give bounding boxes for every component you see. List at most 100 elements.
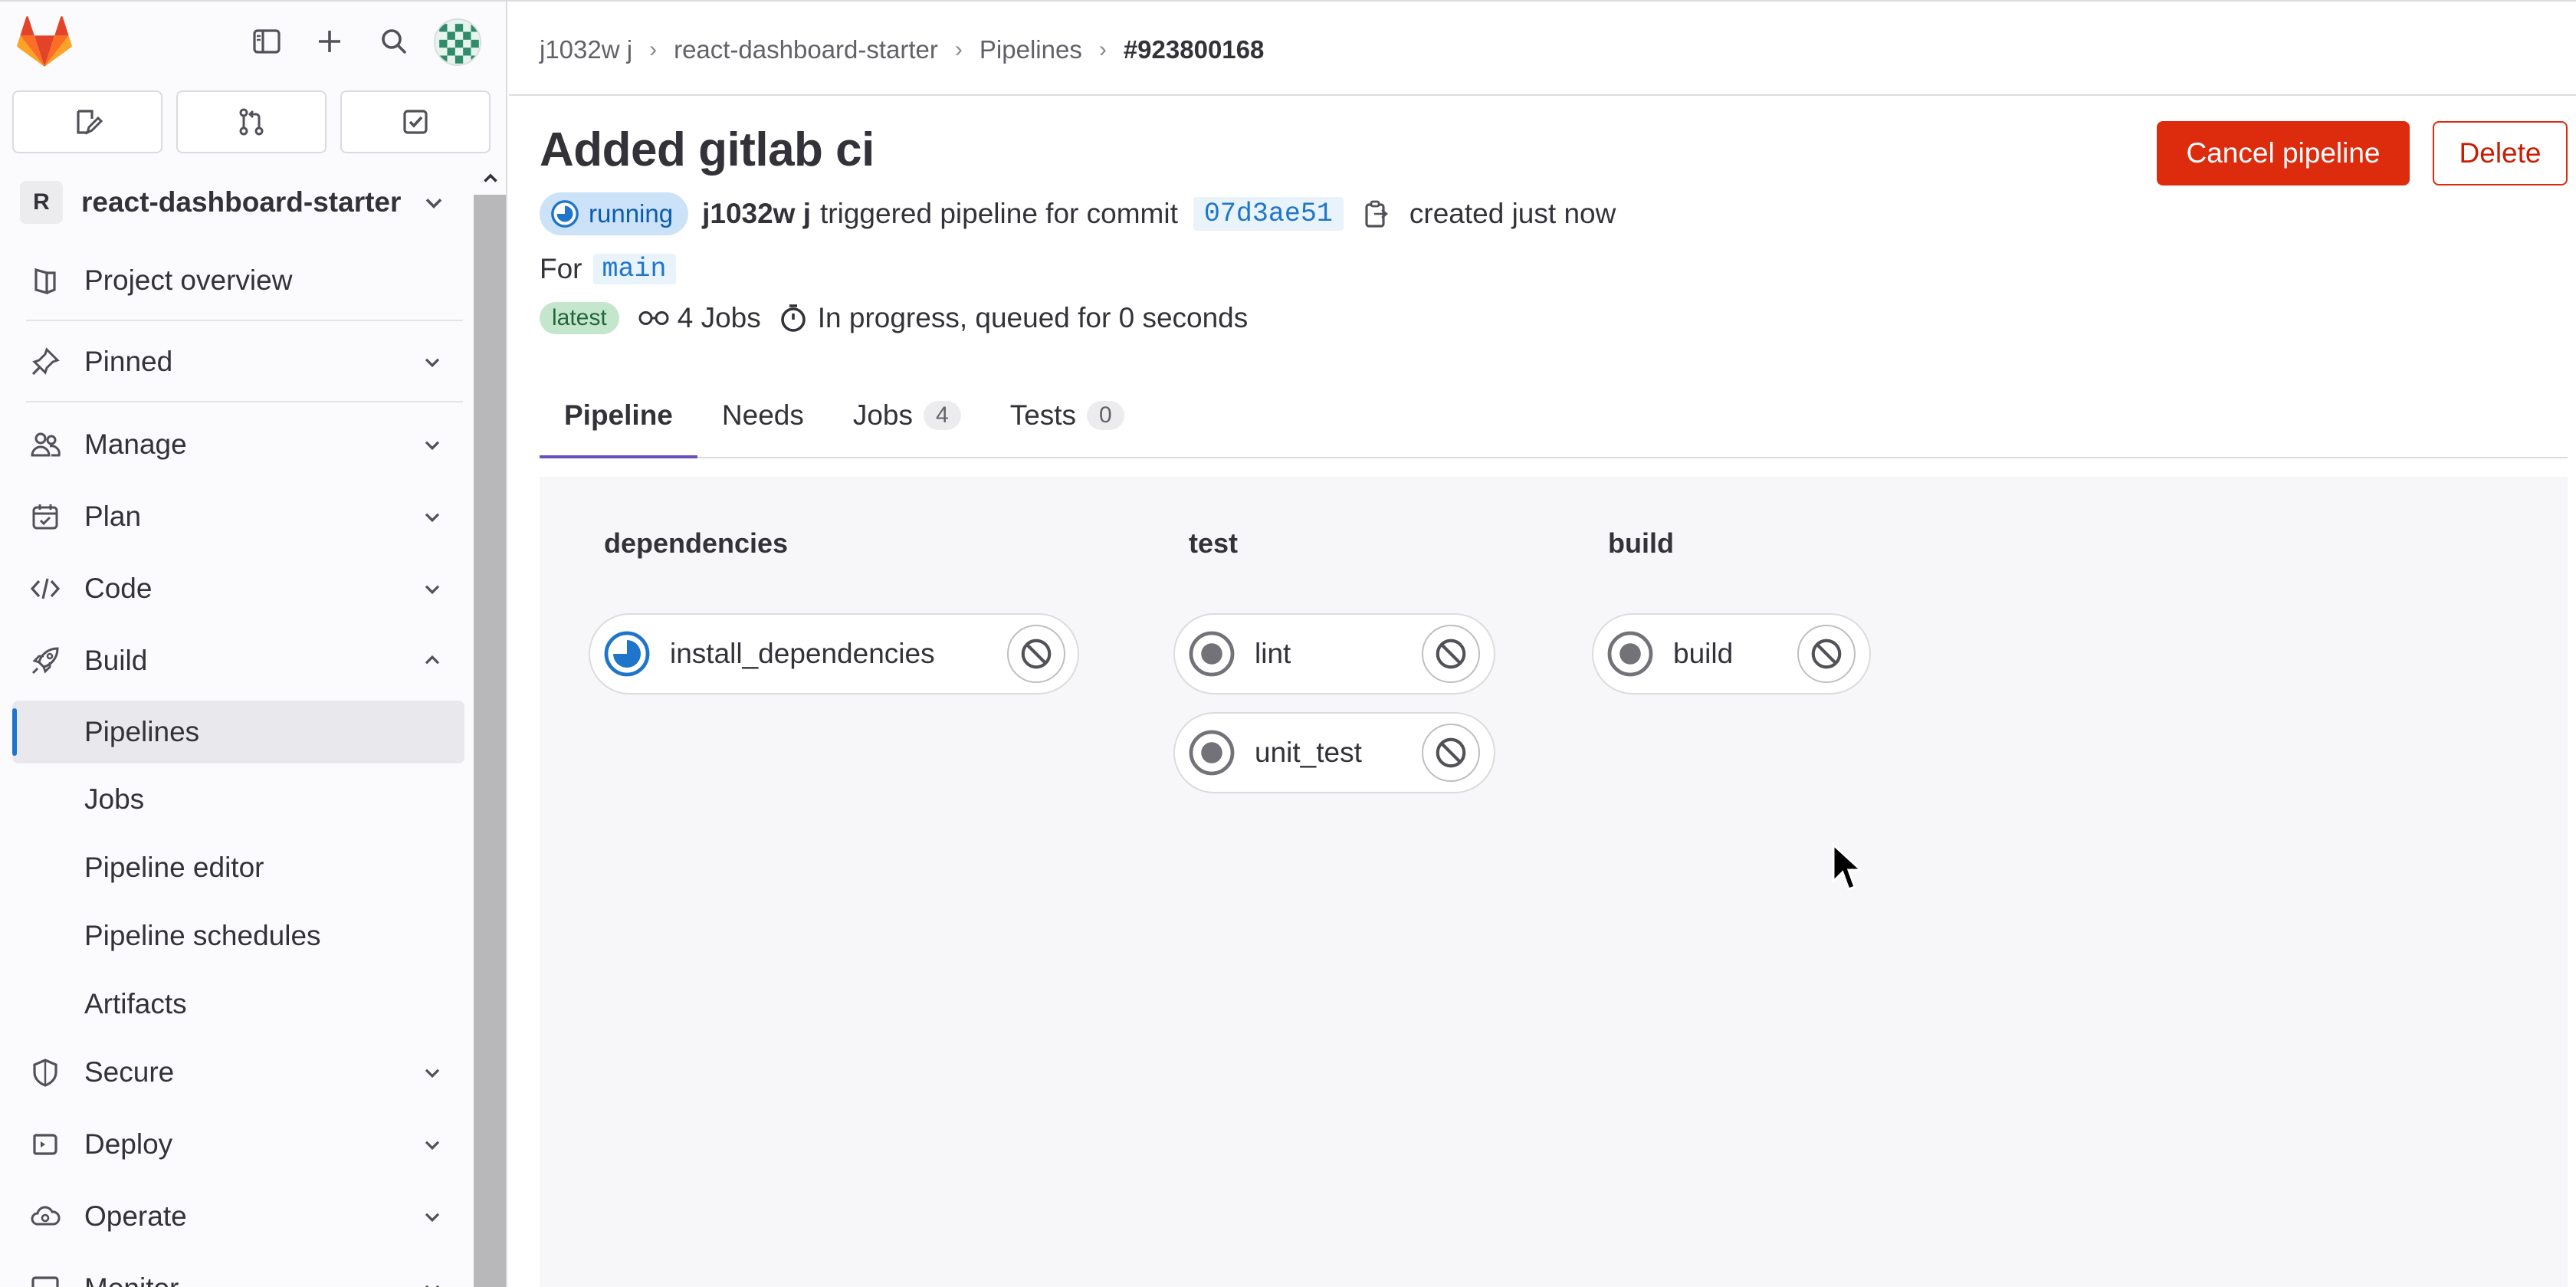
- sidebar-item-label: Deploy: [84, 1128, 173, 1160]
- user-link[interactable]: j1032w j: [702, 198, 811, 230]
- todo-icon: [403, 110, 428, 134]
- job-name: lint: [1255, 638, 1291, 669]
- breadcrumb-user[interactable]: j1032w j: [540, 35, 632, 64]
- branch-link[interactable]: main: [592, 254, 676, 284]
- todo-button[interactable]: [340, 90, 491, 153]
- pin-icon: [26, 343, 64, 381]
- cancel-icon: [1021, 639, 1052, 669]
- job-install-dependencies[interactable]: install_dependencies: [589, 613, 1079, 694]
- sidebar-item-manage[interactable]: Manage: [0, 409, 472, 480]
- cancel-job-button[interactable]: [1797, 625, 1856, 683]
- search-icon[interactable]: [376, 23, 412, 60]
- chevron-down-icon: [417, 429, 448, 460]
- divider: [26, 401, 463, 402]
- sidebar-item-secure[interactable]: Secure: [0, 1037, 472, 1108]
- sidebar-subitem-pipeline-editor[interactable]: Pipeline editor: [12, 836, 464, 899]
- tab-jobs[interactable]: Jobs 4: [829, 374, 986, 457]
- sidebar-item-project-overview[interactable]: Project overview: [0, 245, 472, 316]
- issues-icon: [77, 110, 103, 135]
- deploy-icon: [26, 1125, 64, 1164]
- merge-requests-button[interactable]: [176, 90, 327, 153]
- tab-needs[interactable]: Needs: [697, 374, 829, 457]
- copy-icon[interactable]: [1362, 197, 1393, 231]
- code-icon: [26, 570, 64, 608]
- cloud-gear-icon: [26, 1197, 64, 1236]
- breadcrumb-project[interactable]: react-dashboard-starter: [674, 35, 938, 64]
- sidebar-subitem-jobs[interactable]: Jobs: [12, 768, 464, 831]
- sidebar-subitem-label: Jobs: [84, 783, 145, 815]
- project-switcher[interactable]: R react-dashboard-starter: [0, 172, 475, 233]
- stage-title: dependencies: [604, 527, 789, 559]
- merge-request-icon: [239, 108, 264, 136]
- tab-pipeline[interactable]: Pipeline: [540, 374, 697, 458]
- sidebar-item-pinned[interactable]: Pinned: [0, 327, 472, 397]
- sidebar: R react-dashboard-starter Project overvi…: [0, 2, 507, 1287]
- sidebar-subitem-label: Pipeline schedules: [84, 920, 321, 951]
- created-time: created just now: [1409, 198, 1616, 229]
- gitlab-logo[interactable]: [17, 15, 72, 69]
- progress-text: In progress, queued for 0 seconds: [817, 302, 1249, 333]
- chevron-down-icon: [417, 1057, 448, 1088]
- sidebar-subitem-artifacts[interactable]: Artifacts: [12, 973, 464, 1036]
- cancel-pipeline-button[interactable]: Cancel pipeline: [2157, 121, 2410, 185]
- stage-title: test: [1189, 527, 1239, 559]
- scroll-up-arrow-icon[interactable]: [474, 161, 506, 195]
- sidebar-item-label: Project overview: [84, 264, 293, 296]
- sidebar-item-label: Build: [84, 645, 148, 676]
- pipeline-tabs: Pipeline Needs Jobs 4 Tests 0: [540, 374, 2568, 458]
- sidebar-item-plan[interactable]: Plan: [0, 481, 472, 552]
- sidebar-item-operate[interactable]: Operate: [0, 1181, 472, 1252]
- tab-tests[interactable]: Tests 0: [986, 374, 1149, 457]
- job-unit-test[interactable]: unit_test: [1173, 712, 1495, 793]
- status-created-icon: [1189, 631, 1235, 677]
- chevron-down-icon: [417, 346, 448, 377]
- breadcrumb-pipeline-id[interactable]: #923800168: [1124, 35, 1265, 64]
- stage-title: build: [1608, 527, 1674, 559]
- job-build[interactable]: build: [1592, 613, 1871, 694]
- shield-icon: [26, 1053, 64, 1092]
- sidebar-item-monitor[interactable]: Monitor: [0, 1253, 472, 1287]
- monitor-icon: [26, 1269, 64, 1287]
- status-badge[interactable]: running: [540, 192, 689, 235]
- page-title: Added gitlab ci: [540, 123, 875, 176]
- tab-label: Jobs: [852, 399, 913, 431]
- rocket-icon: [26, 642, 64, 680]
- sidebar-item-label: Manage: [84, 428, 187, 460]
- user-avatar[interactable]: [434, 18, 481, 66]
- header-divider: [509, 94, 2576, 96]
- sidebar-item-label: Operate: [84, 1200, 187, 1232]
- sidebar-item-label: Code: [84, 573, 153, 604]
- chevron-up-icon: [417, 645, 448, 676]
- sidebar-item-label: Pinned: [84, 346, 173, 377]
- sidebar-scrollbar[interactable]: [474, 161, 506, 1287]
- sidebar-subitem-pipelines[interactable]: Pipelines: [12, 701, 464, 763]
- divider: [26, 320, 463, 321]
- sidebar-toggle-icon[interactable]: [248, 23, 285, 60]
- delete-button[interactable]: Delete: [2433, 121, 2568, 185]
- status-label: running: [589, 199, 674, 228]
- commit-link[interactable]: 07d3ae51: [1193, 197, 1344, 231]
- breadcrumb: j1032w j › react-dashboard-starter › Pip…: [540, 31, 1264, 69]
- tab-count-badge: 0: [1087, 401, 1124, 430]
- jobs-count-text: 4 Jobs: [677, 302, 761, 333]
- sidebar-subitem-pipeline-schedules[interactable]: Pipeline schedules: [12, 905, 464, 967]
- progress: In progress, queued for 0 seconds: [778, 302, 1249, 334]
- cancel-job-button[interactable]: [1422, 625, 1480, 683]
- chevron-down-icon: [417, 1273, 448, 1287]
- breadcrumb-pipelines[interactable]: Pipelines: [980, 35, 1082, 64]
- sidebar-item-code[interactable]: Code: [0, 553, 472, 624]
- breadcrumb-separator-icon: ›: [1098, 37, 1107, 62]
- cancel-job-button[interactable]: [1007, 625, 1065, 683]
- status-running-icon: [604, 631, 650, 677]
- main-content: j1032w j › react-dashboard-starter › Pip…: [509, 2, 2576, 1287]
- pipeline-info: latest 4 Jobs In progress, queued for 0 …: [540, 299, 1248, 337]
- chevron-down-icon: [417, 1201, 448, 1232]
- users-icon: [26, 425, 64, 464]
- cancel-job-button[interactable]: [1422, 724, 1480, 782]
- tab-label: Pipeline: [564, 399, 673, 431]
- issues-button[interactable]: [12, 90, 162, 153]
- plus-icon[interactable]: [311, 23, 348, 60]
- sidebar-item-build[interactable]: Build: [0, 625, 472, 696]
- job-lint[interactable]: lint: [1173, 613, 1495, 694]
- sidebar-item-deploy[interactable]: Deploy: [0, 1109, 472, 1180]
